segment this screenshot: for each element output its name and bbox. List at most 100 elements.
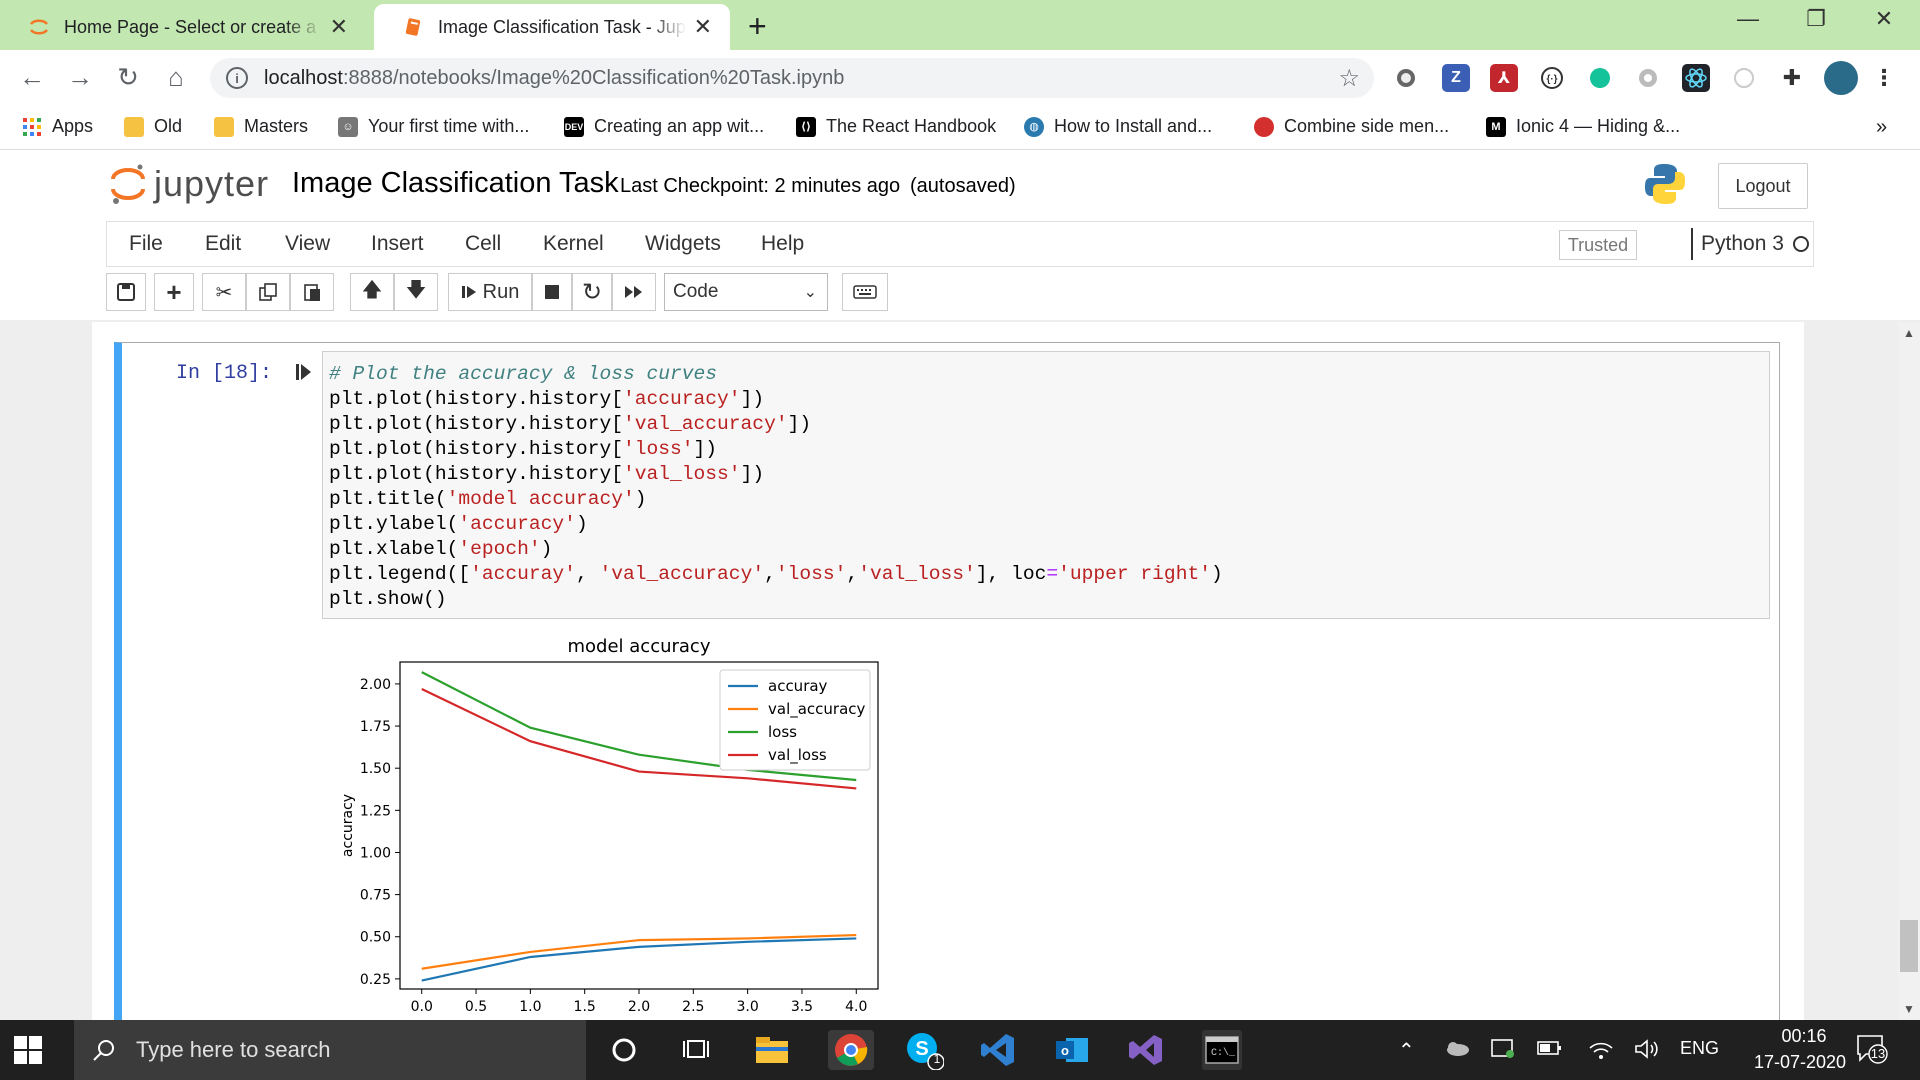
home-icon[interactable]: ⌂ — [158, 62, 194, 93]
x-tick-label: 4.0 — [845, 999, 867, 1015]
notebook-title[interactable]: Image Classification Task — [292, 167, 619, 200]
browser-menu-icon[interactable]: ⋮ — [1870, 64, 1898, 92]
paste-button[interactable] — [290, 273, 334, 311]
outlook-icon[interactable]: o — [1052, 1030, 1092, 1070]
onedrive-icon[interactable] — [1444, 1038, 1470, 1063]
window-close-icon[interactable]: ✕ — [1864, 6, 1904, 32]
minimize-icon[interactable]: — — [1728, 6, 1768, 32]
interrupt-button[interactable] — [532, 273, 572, 311]
react-devtools-icon[interactable] — [1682, 64, 1710, 92]
python-logo-icon — [1645, 164, 1685, 204]
bookmark-creating-app[interactable]: DEV Creating an app wit... — [564, 116, 764, 137]
y-axis-label: accuracy — [340, 794, 356, 857]
code-editor[interactable]: # Plot the accuracy & loss curves plt.pl… — [322, 351, 1770, 619]
insert-cell-button[interactable]: + — [154, 273, 194, 311]
address-bar[interactable]: i localhost:8888/notebooks/Image%20Class… — [210, 58, 1374, 98]
scroll-up-icon[interactable]: ▲ — [1900, 326, 1918, 340]
menu-view[interactable]: View — [285, 232, 330, 256]
redux-devtools-icon[interactable] — [1730, 64, 1758, 92]
restart-run-all-button[interactable] — [612, 273, 656, 311]
tab-image-classification[interactable]: Image Classification Task - Jupyter Note… — [374, 4, 730, 50]
scrollbar-thumb[interactable] — [1900, 920, 1918, 972]
task-view-icon[interactable] — [676, 1030, 716, 1070]
bookmark-your-first-time[interactable]: ☺ Your first time with... — [338, 116, 529, 137]
cell-type-select[interactable]: Code ⌄ — [664, 273, 828, 311]
file-explorer-icon[interactable] — [752, 1030, 792, 1070]
taskbar-search[interactable]: Type here to search — [74, 1020, 586, 1080]
move-up-button[interactable]: 🡅 — [350, 273, 394, 311]
windows-start-button[interactable] — [14, 1036, 42, 1069]
pdf-icon[interactable]: ⅄ — [1490, 64, 1518, 92]
move-down-button[interactable]: 🡇 — [394, 273, 438, 311]
y-tick-label: 0.50 — [360, 930, 391, 946]
vscode-icon[interactable] — [978, 1030, 1018, 1070]
cortana-icon[interactable] — [604, 1030, 644, 1070]
tray-overflow-icon[interactable]: ⌃ — [1398, 1038, 1415, 1063]
trusted-indicator[interactable]: Trusted — [1559, 230, 1637, 260]
bookmark-apps[interactable]: Apps — [22, 116, 93, 137]
bookmark-masters[interactable]: Masters — [214, 116, 308, 137]
bookmark-old[interactable]: Old — [124, 116, 182, 137]
cut-button[interactable]: ✂ — [202, 273, 246, 311]
extension-circle-icon[interactable] — [1392, 64, 1420, 92]
devtools-extension-icon[interactable]: {·} — [1538, 64, 1566, 92]
command-palette-button[interactable] — [842, 273, 888, 311]
search-icon — [93, 1040, 114, 1061]
restart-button[interactable]: ↻ — [572, 273, 612, 311]
bookmark-ionic-4[interactable]: M Ionic 4 — Hiding &... — [1486, 116, 1680, 137]
site-info-icon[interactable]: i — [226, 67, 248, 89]
url-text[interactable]: localhost:8888/notebooks/Image%20Classif… — [264, 67, 844, 90]
y-tick-label: 1.00 — [360, 845, 391, 861]
gear-extension-icon[interactable] — [1634, 64, 1662, 92]
x-tick-label: 3.0 — [737, 999, 759, 1015]
save-button[interactable] — [106, 273, 146, 311]
clock-time[interactable]: 00:16 — [1762, 1026, 1846, 1047]
tab-home-page[interactable]: Home Page - Select or create a notebook … — [0, 4, 366, 50]
visual-studio-icon[interactable] — [1126, 1030, 1166, 1070]
clock-date[interactable]: 17-07-2020 — [1730, 1052, 1870, 1073]
jupyter-logo[interactable]: jupyter — [110, 161, 269, 207]
close-icon[interactable]: ✕ — [330, 14, 348, 40]
grammarly-icon[interactable] — [1586, 64, 1614, 92]
menu-file[interactable]: File — [129, 232, 163, 256]
menu-widgets[interactable]: Widgets — [645, 232, 721, 256]
notification-center-icon[interactable]: 13 — [1856, 1034, 1888, 1069]
x-tick-label: 1.5 — [574, 999, 596, 1015]
tab-title: Image Classification Task - Jupyter Note… — [438, 16, 686, 37]
menu-kernel[interactable]: Kernel — [543, 232, 604, 256]
extensions-puzzle-icon[interactable]: ✚ — [1778, 64, 1806, 92]
volume-icon[interactable] — [1634, 1038, 1660, 1065]
x-tick-label: 1.0 — [519, 999, 541, 1015]
zotero-icon[interactable]: Z — [1442, 64, 1470, 92]
terminal-icon[interactable]: C:\_ — [1202, 1030, 1242, 1070]
wifi-icon[interactable] — [1588, 1038, 1614, 1065]
run-button[interactable]: Run — [448, 273, 532, 311]
scrollbar-track[interactable] — [1898, 322, 1920, 1020]
scroll-down-icon[interactable]: ▼ — [1900, 1002, 1918, 1016]
menu-edit[interactable]: Edit — [205, 232, 241, 256]
menu-insert[interactable]: Insert — [371, 232, 424, 256]
chrome-icon[interactable] — [828, 1030, 874, 1070]
reload-icon[interactable]: ↻ — [110, 62, 146, 93]
bookmark-react-handbook[interactable]: ⟨⟩ The React Handbook — [796, 116, 996, 137]
restore-icon[interactable]: ❐ — [1796, 6, 1836, 32]
skype-icon[interactable]: S 1 — [904, 1030, 944, 1070]
close-icon[interactable]: ✕ — [694, 14, 712, 40]
bookmarks-overflow-icon[interactable]: » — [1876, 116, 1887, 139]
menu-cell[interactable]: Cell — [465, 232, 501, 256]
input-language[interactable]: ENG — [1680, 1038, 1719, 1059]
bookmark-how-to-install[interactable]: ◍ How to Install and... — [1024, 116, 1212, 137]
bookmark-star-icon[interactable]: ☆ — [1338, 64, 1360, 93]
battery-icon[interactable] — [1536, 1038, 1564, 1063]
back-icon[interactable]: ← — [14, 62, 50, 93]
copy-button[interactable] — [246, 273, 290, 311]
folder-icon — [124, 116, 144, 137]
profile-avatar[interactable] — [1824, 61, 1858, 95]
new-tab-button[interactable]: + — [748, 8, 767, 45]
menu-help[interactable]: Help — [761, 232, 804, 256]
monitor-tray-icon[interactable] — [1490, 1038, 1516, 1065]
bookmark-combine-side-menu[interactable]: Combine side men... — [1254, 116, 1449, 137]
run-cell-icon[interactable] — [296, 362, 312, 387]
logout-button[interactable]: Logout — [1718, 163, 1808, 209]
forward-icon[interactable]: → — [62, 62, 98, 93]
